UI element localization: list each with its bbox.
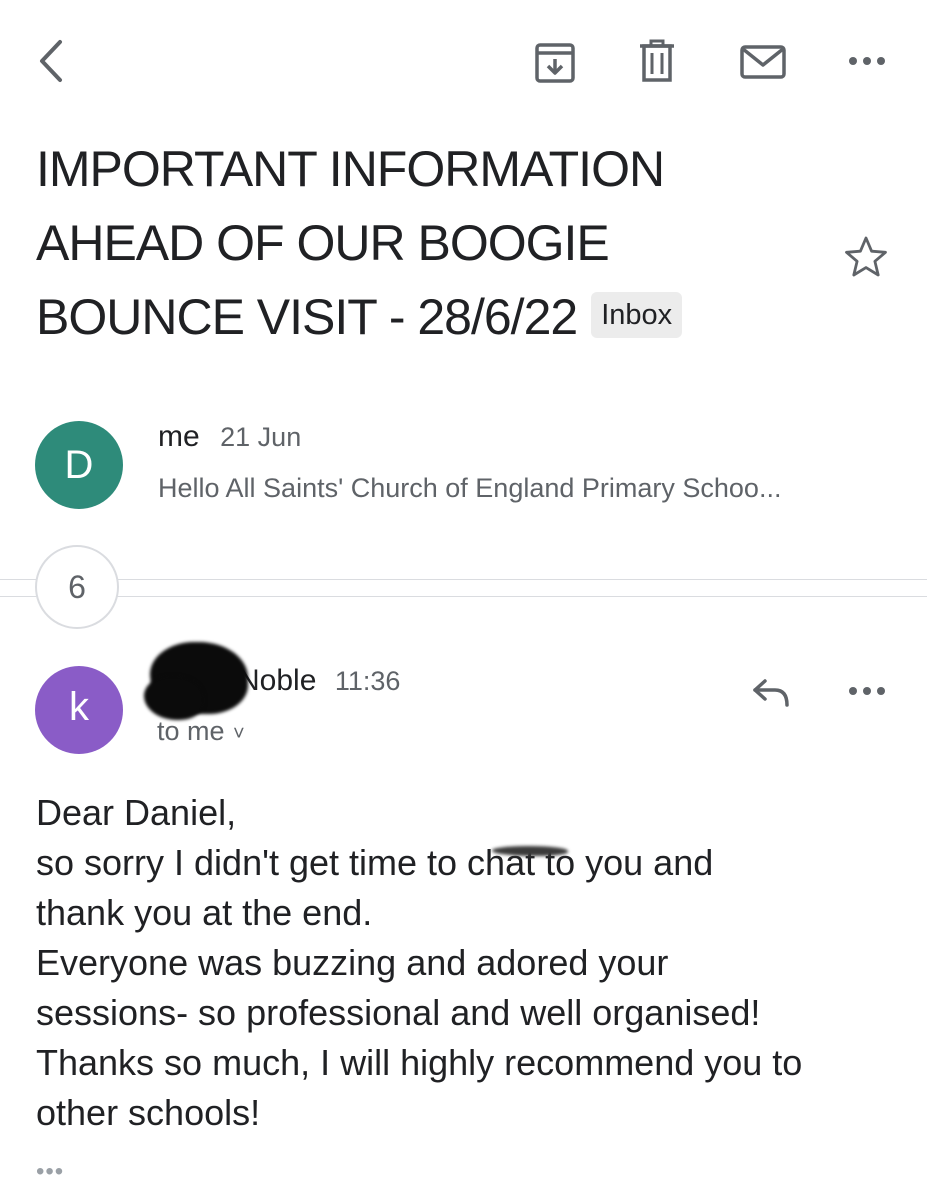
show-trimmed-content-button[interactable]: ••• <box>36 1158 64 1186</box>
subject-line-3-text: BOUNCE VISIT - 28/6/22 <box>36 289 578 345</box>
mark-unread-button[interactable] <box>736 38 790 86</box>
more-options-button[interactable] <box>842 44 892 78</box>
message-date: 21 Jun <box>220 422 302 452</box>
envelope-icon <box>740 45 786 79</box>
archive-icon <box>535 43 575 83</box>
archive-button[interactable] <box>528 38 582 88</box>
sender-name: me <box>158 420 200 453</box>
subject-line-1: IMPORTANT INFORMATION <box>36 141 665 197</box>
sender-name: Noble <box>238 664 317 697</box>
avatar: k <box>35 666 123 754</box>
body-line: sessions- so professional and well organ… <box>36 992 761 1033</box>
reply-icon <box>753 679 789 707</box>
body-line: Thanks so much, I will highly recommend … <box>36 1042 803 1083</box>
trash-icon <box>640 39 674 82</box>
email-subject: IMPORTANT INFORMATION AHEAD OF OUR BOOGI… <box>36 132 736 354</box>
body-line: thank you at the end. <box>36 892 373 933</box>
thread-divider-bottom <box>0 596 927 597</box>
more-horizontal-icon <box>849 57 885 65</box>
chevron-down-icon: ˅ <box>232 723 245 745</box>
delete-button[interactable] <box>632 36 682 86</box>
body-line: other schools! <box>36 1092 261 1133</box>
thread-divider-top <box>0 579 927 580</box>
subject-line-3: BOUNCE VISIT - 28/6/22 Inbox <box>36 280 736 354</box>
more-horizontal-icon <box>849 687 885 695</box>
recipient-details-toggle[interactable]: to me ˅ <box>157 716 245 747</box>
redaction-mark <box>144 676 204 720</box>
reply-button[interactable] <box>744 668 798 716</box>
inbox-label-badge[interactable]: Inbox <box>591 291 683 338</box>
message-snippet: Hello All Saints' Church of England Prim… <box>158 473 782 503</box>
avatar: D <box>35 421 123 509</box>
body-line: so sorry I didn't get time to chat to yo… <box>36 842 714 883</box>
message-more-button[interactable] <box>842 676 892 706</box>
star-button[interactable] <box>840 230 892 282</box>
message-body: Dear Daniel, so sorry I didn't get time … <box>36 788 906 1138</box>
hidden-messages-count[interactable]: 6 <box>35 545 119 629</box>
body-line: Everyone was buzzing and adored your <box>36 942 669 983</box>
back-button[interactable] <box>26 36 76 86</box>
avatar-letter: k <box>69 684 89 729</box>
body-line: Dear Daniel, <box>36 792 237 833</box>
recipient-label: to me <box>157 716 225 746</box>
message-time: 11:36 <box>334 666 401 696</box>
star-outline-icon <box>845 236 887 277</box>
subject-line-2: AHEAD OF OUR BOOGIE <box>36 215 610 271</box>
hidden-count-text: 6 <box>68 568 86 605</box>
chevron-left-icon <box>40 40 62 82</box>
avatar-letter: D <box>64 442 94 487</box>
